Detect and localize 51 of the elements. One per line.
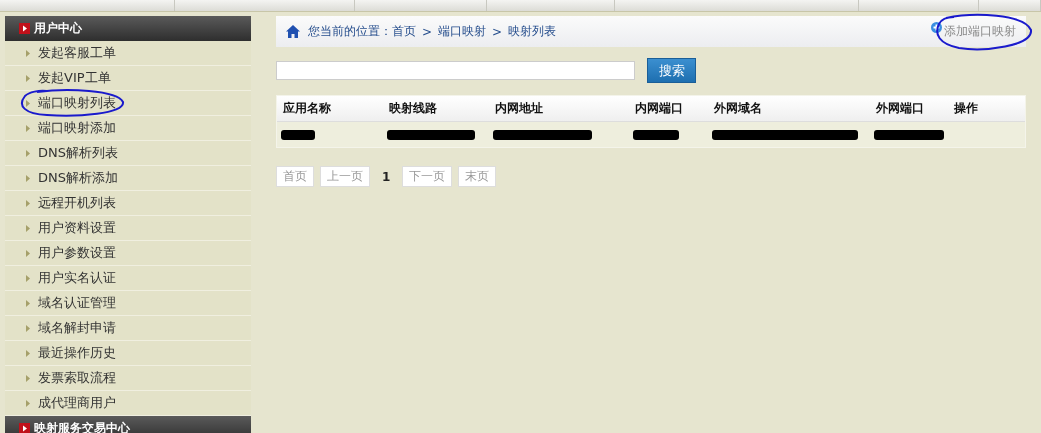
play-icon <box>19 23 30 34</box>
home-icon <box>286 25 300 38</box>
column-header: 外网端口 <box>875 100 925 117</box>
sidebar-item[interactable]: 发票索取流程 <box>5 366 251 391</box>
sidebar-item[interactable]: 发起客服工单 <box>5 41 251 66</box>
arrow-icon <box>26 99 30 107</box>
sidebar-item[interactable]: 用户资料设置 <box>5 216 251 241</box>
sidebar-item[interactable]: 域名认证管理 <box>5 291 251 316</box>
arrow-icon <box>26 349 30 357</box>
arrow-icon <box>26 224 30 232</box>
arrow-icon <box>26 274 30 282</box>
sidebar-item[interactable]: 端口映射添加 <box>5 116 251 141</box>
breadcrumb-link[interactable]: 首页 <box>392 23 416 40</box>
column-header: 操作 <box>953 100 979 117</box>
breadcrumb-separator: > <box>422 24 433 39</box>
breadcrumb-link[interactable]: 映射列表 <box>508 23 557 40</box>
play-icon <box>19 423 30 433</box>
sidebar-item[interactable]: 发起VIP工单 <box>5 66 251 91</box>
sidebar-item[interactable]: DNS解析添加 <box>5 166 251 191</box>
sidebar-item[interactable]: 域名解封申请 <box>5 316 251 341</box>
sidebar-item[interactable]: 用户参数设置 <box>5 241 251 266</box>
sidebar-item[interactable]: 远程开机列表 <box>5 191 251 216</box>
arrow-icon <box>26 74 30 82</box>
plus-icon <box>931 22 942 33</box>
sidebar-item[interactable]: 最近操作历史 <box>5 341 251 366</box>
breadcrumb-link[interactable]: 端口映射 <box>438 23 487 40</box>
arrow-icon <box>26 124 30 132</box>
search-button[interactable]: 搜索 <box>647 58 696 83</box>
sidebar-item[interactable]: 用户实名认证 <box>5 266 251 291</box>
column-header: 内网端口 <box>634 100 684 117</box>
arrow-icon <box>26 399 30 407</box>
breadcrumb-separator: > <box>492 24 503 39</box>
arrow-icon <box>26 174 30 182</box>
arrow-icon <box>26 299 30 307</box>
arrow-icon <box>26 49 30 57</box>
sidebar-item[interactable]: 端口映射列表 <box>5 91 251 116</box>
column-header: 映射线路 <box>388 100 438 117</box>
arrow-icon <box>26 199 30 207</box>
column-header: 应用名称 <box>282 100 332 117</box>
breadcrumb-label: 您当前的位置： <box>308 23 392 40</box>
column-header: 内网地址 <box>494 100 544 117</box>
section-title: 用户中心 <box>34 20 82 37</box>
column-header: 外网域名 <box>713 100 763 117</box>
current-page: 1 <box>381 169 392 184</box>
search-field[interactable] <box>276 61 635 80</box>
arrow-icon <box>26 149 30 157</box>
sidebar-item[interactable]: DNS解析列表 <box>5 141 251 166</box>
arrow-icon <box>26 324 30 332</box>
arrow-icon <box>26 374 30 382</box>
arrow-icon <box>26 249 30 257</box>
section-header[interactable]: 用户中心 <box>5 16 251 41</box>
